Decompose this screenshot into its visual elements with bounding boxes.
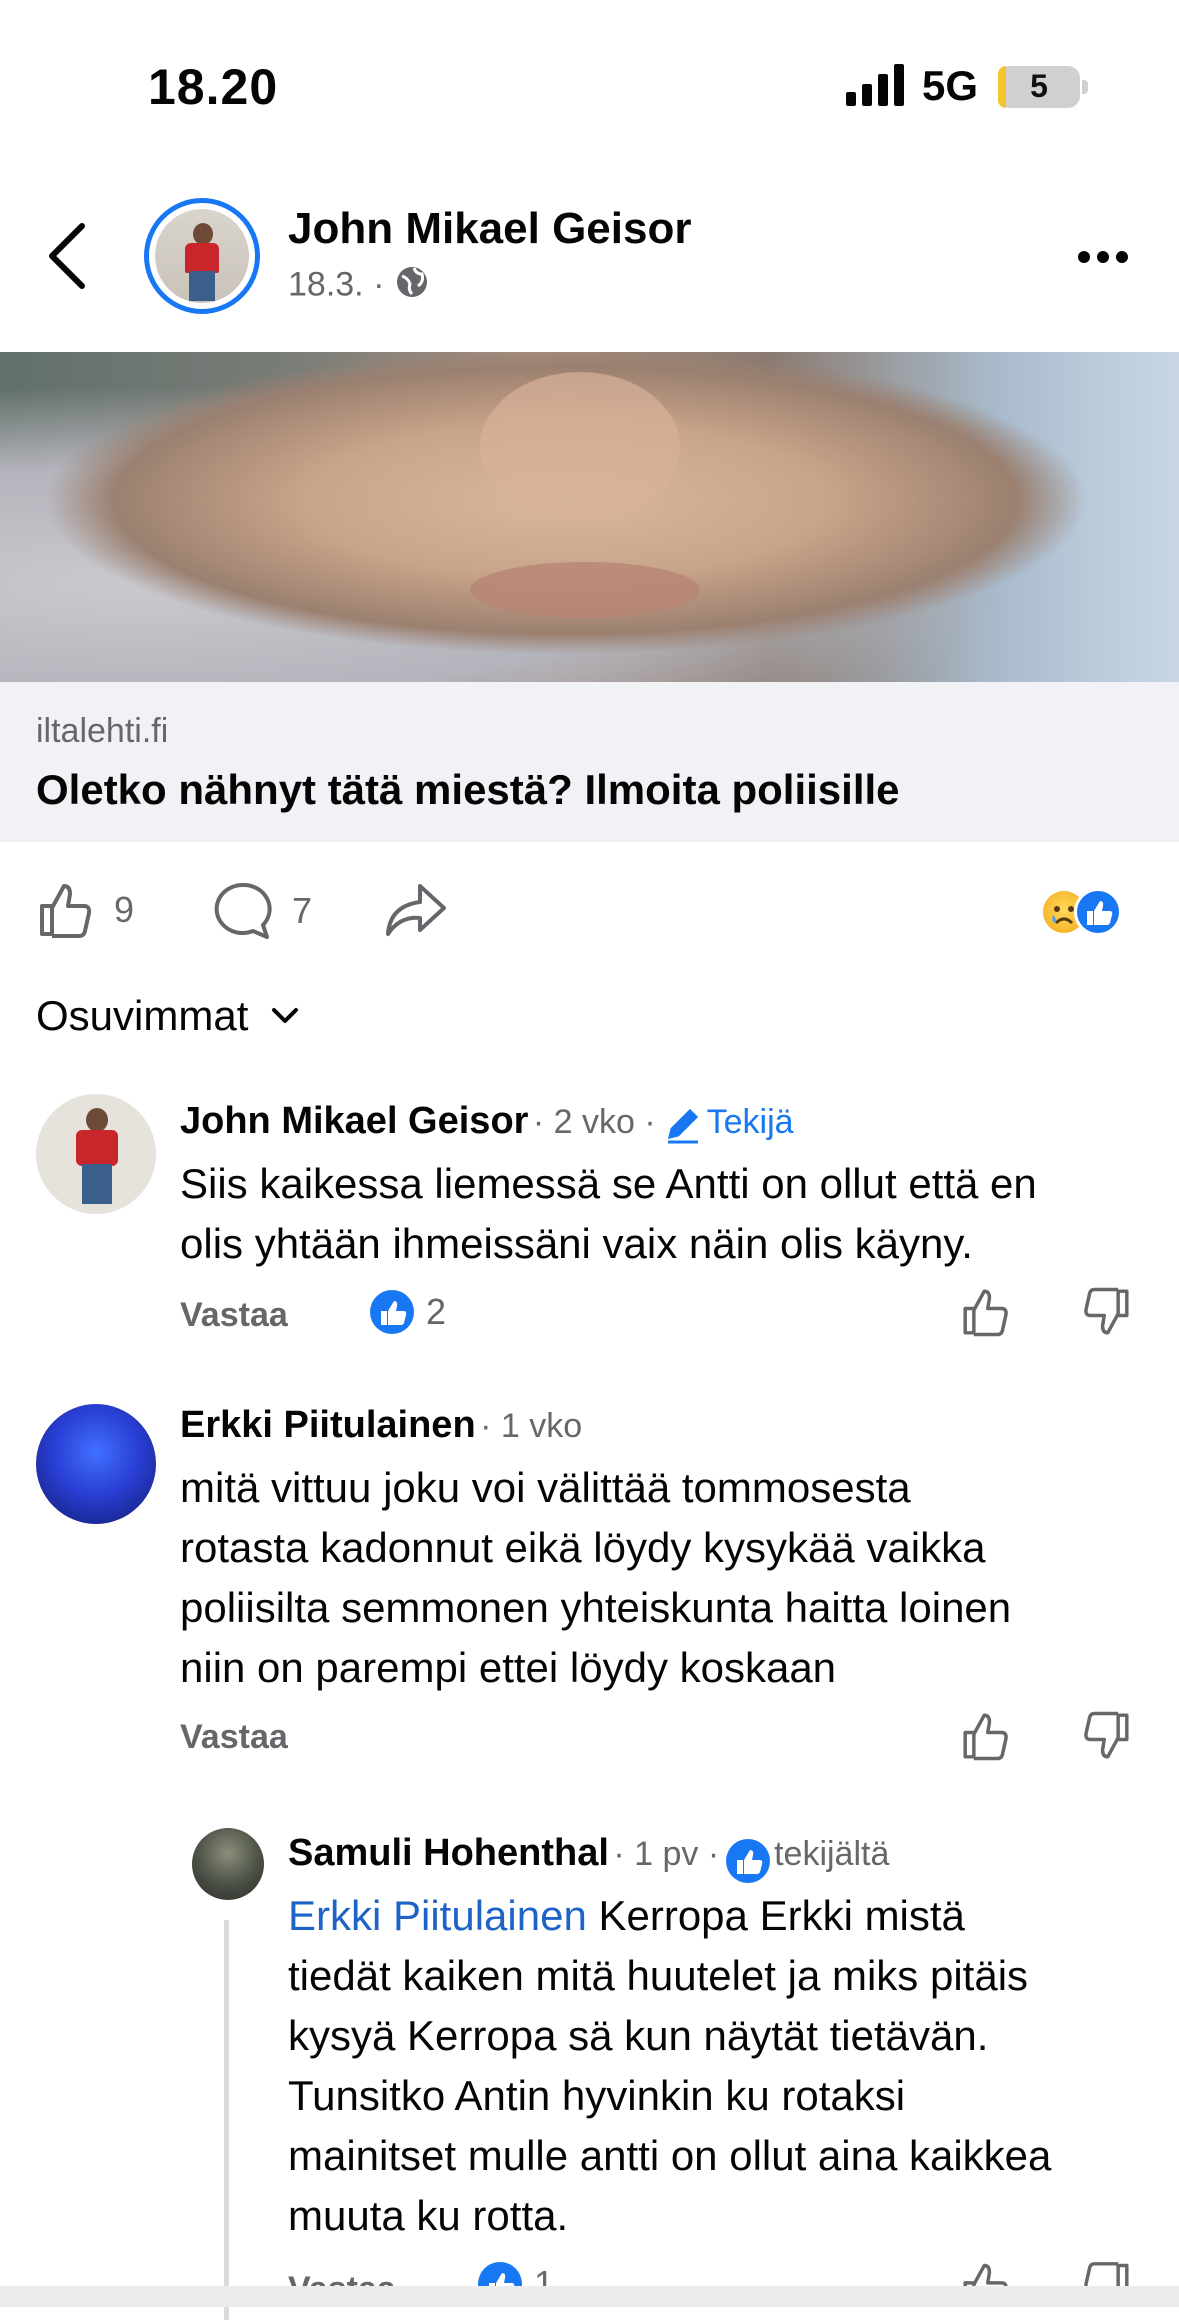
share-arrow-icon <box>386 884 446 936</box>
comment-header: Erkki Piitulainen · 1 vko <box>180 1404 582 1447</box>
comment-dislike-icon[interactable] <box>1080 1286 1132 1343</box>
comment-like-number: 2 <box>426 1291 447 1332</box>
like-badge-icon <box>725 1838 770 1883</box>
post-meta: 18.3. · <box>288 264 430 309</box>
comment-line: Tunsitko Antin hyvinkin ku rotaksi <box>288 2072 906 2119</box>
commenter-name[interactable]: Samuli Hohenthal <box>288 1832 609 1874</box>
comment-line: tiedät kaiken mitä huutelet ja miks pitä… <box>288 1952 1029 1999</box>
commenter-avatar[interactable] <box>36 1404 156 1524</box>
liked-by-author-tag: tekijältä <box>774 1835 890 1873</box>
like-button[interactable]: 9 <box>36 880 134 940</box>
network-type: 5G <box>922 62 979 109</box>
link-headline[interactable]: Oletko nähnyt tätä miestä? Ilmoita polii… <box>36 766 900 814</box>
post-date: 18.3. <box>288 265 364 304</box>
bottom-fade <box>0 2286 1179 2307</box>
comment-line: poliisilta semmonen yhteiskunta haitta l… <box>180 1584 1012 1631</box>
thumbs-up-icon <box>40 884 92 938</box>
battery-icon: 5 <box>998 66 1080 108</box>
reply-button[interactable]: Vastaa <box>180 1718 288 1757</box>
comment-like-count[interactable]: 2 <box>370 1290 446 1334</box>
pencil-icon <box>664 1107 702 1150</box>
comment-time: · 1 vko <box>480 1407 583 1445</box>
comment-text: Erkki Piitulainen Kerropa Erkki mistä ti… <box>288 1886 1168 2246</box>
reply-button[interactable]: Vastaa <box>180 1296 288 1335</box>
link-preview-card[interactable] <box>0 682 1179 842</box>
comment-time: · 2 vko · <box>532 1103 656 1141</box>
chevron-down-icon <box>272 1008 299 1023</box>
comment-line: mainitset mulle antti on ollut aina kaik… <box>288 2132 1052 2179</box>
link-preview-image[interactable] <box>0 352 1179 682</box>
like-count: 9 <box>114 889 135 930</box>
back-arrow-icon[interactable] <box>44 220 92 297</box>
globe-icon <box>394 264 430 309</box>
comment-like-icon[interactable] <box>960 1710 1012 1767</box>
commenter-name[interactable]: Erkki Piitulainen <box>180 1404 476 1446</box>
mention-link[interactable]: Erkki Piitulainen <box>288 1892 587 1939</box>
comment-bubble-icon <box>214 882 272 939</box>
author-tag: Tekijä <box>706 1103 794 1141</box>
comment-line: Erkki Piitulainen Kerropa Erkki mistä <box>288 1886 1168 1946</box>
commenter-avatar[interactable] <box>192 1828 264 1900</box>
comment-line-rest: Kerropa Erkki mistä <box>586 1892 965 1939</box>
meta-separator: · <box>373 265 385 304</box>
more-options-icon[interactable] <box>1078 250 1135 268</box>
comment-line: niin on parempi ettei löydy koskaan <box>180 1644 837 1691</box>
comment-line: mitä vittuu joku voi välittää tommosesta <box>180 1464 911 1511</box>
post-author-name[interactable]: John Mikael Geisor <box>288 204 691 254</box>
comment-button[interactable]: 7 <box>212 880 312 942</box>
commenter-avatar[interactable] <box>36 1094 156 1214</box>
battery-level: 5 <box>1030 68 1048 104</box>
comment-line: Siis kaikessa liemessä se Antti on ollut… <box>180 1160 1037 1207</box>
cellular-signal-icon <box>846 62 908 111</box>
comment-like-icon[interactable] <box>960 1286 1012 1343</box>
sort-label: Osuvimmat <box>36 992 249 1039</box>
comment-line: kysyä Kerropa sä kun näytät tietävän. <box>288 2012 989 2059</box>
sort-dropdown[interactable]: Osuvimmat <box>36 992 302 1040</box>
comment-header: Samuli Hohenthal · 1 pv · tekijältä <box>288 1832 889 1883</box>
comment-count: 7 <box>292 890 313 931</box>
share-button[interactable] <box>384 880 448 940</box>
comment-line: rotasta kadonnut eikä löydy kysykää vaik… <box>180 1524 986 1571</box>
comment-header: John Mikael Geisor · 2 vko · Tekijä <box>180 1100 794 1150</box>
link-domain: iltalehti.fi <box>36 712 169 750</box>
status-time: 18.20 <box>148 59 279 115</box>
author-avatar[interactable] <box>144 198 260 314</box>
comment-line: olis yhtään ihmeissäni vaix näin olis kä… <box>180 1220 973 1267</box>
comment-time: · 1 pv · <box>613 1835 720 1873</box>
comment-dislike-icon[interactable] <box>1080 1710 1132 1767</box>
like-reaction-icon <box>1074 888 1122 936</box>
thread-line <box>224 1920 229 2320</box>
comment-line: muuta ku rotta. <box>288 2192 569 2239</box>
comment-text: Siis kaikessa liemessä se Antti on ollut… <box>180 1154 1037 1274</box>
comment-text: mitä vittuu joku voi välittää tommosesta… <box>180 1458 1011 1698</box>
commenter-name[interactable]: John Mikael Geisor <box>180 1100 528 1142</box>
battery-tip <box>1082 80 1088 94</box>
like-badge-icon <box>370 1290 414 1334</box>
